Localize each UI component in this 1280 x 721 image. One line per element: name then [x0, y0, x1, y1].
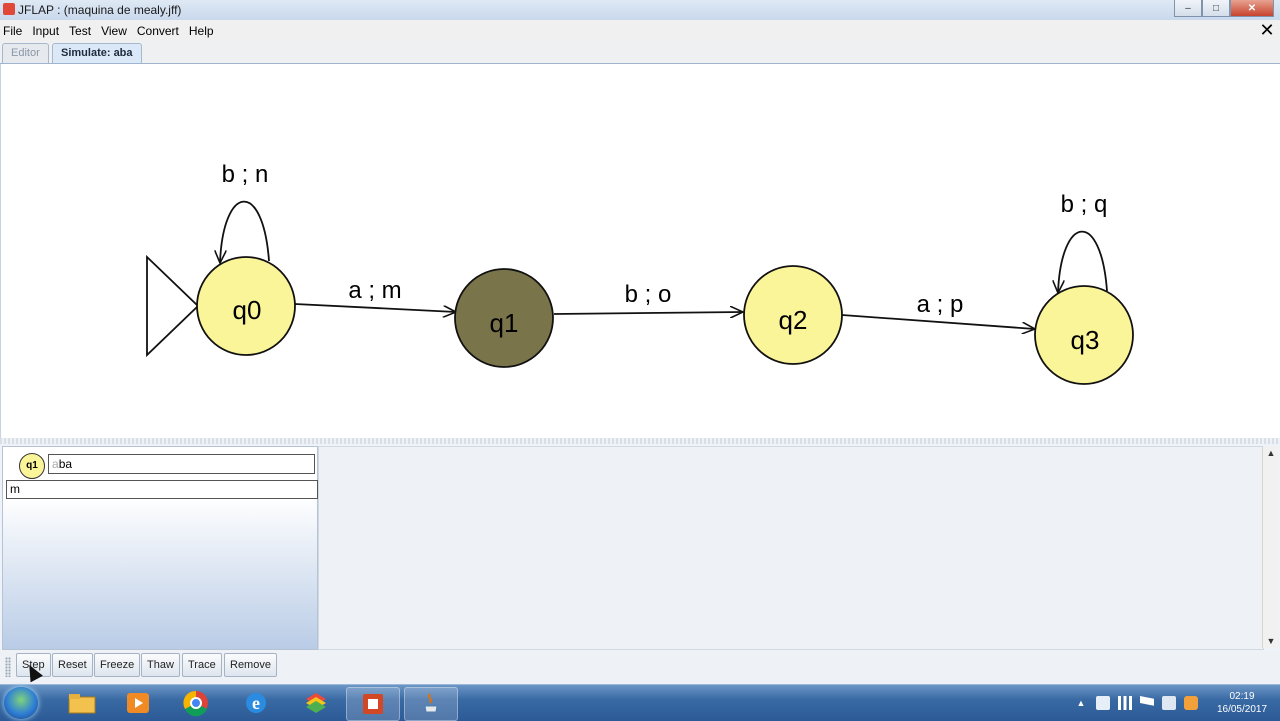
transition-q0-q1[interactable]	[294, 303, 456, 312]
minimize-button[interactable]: –	[1174, 0, 1202, 17]
freeze-button[interactable]: Freeze	[94, 653, 141, 677]
window-close-button[interactable]: ✕	[1230, 0, 1274, 17]
file-explorer-icon[interactable]	[56, 687, 108, 719]
transition-q1-q2[interactable]	[553, 312, 743, 314]
configuration-panel: q1 aba m	[2, 446, 318, 650]
state-label-q0: q0	[233, 295, 262, 325]
menu-test[interactable]: Test	[64, 24, 96, 38]
menu-help[interactable]: Help	[184, 24, 219, 38]
vertical-scrollbar[interactable]: ▲ ▼	[1262, 446, 1279, 648]
windows-taskbar: e ▲ 02:19 16/05/2017	[0, 684, 1280, 721]
window-title: JFLAP : (maquina de mealy.jff)	[18, 3, 182, 17]
close-tab-icon[interactable]: ✕	[1258, 21, 1276, 39]
config-input-tape[interactable]: aba	[48, 454, 315, 474]
reset-button[interactable]: Reset	[52, 653, 93, 677]
menu-bar: File Input Test View Convert Help ✕	[0, 20, 1280, 41]
volume-icon[interactable]	[1096, 696, 1110, 710]
state-label-q1: q1	[490, 308, 519, 338]
configuration-area	[318, 446, 1264, 650]
java-icon[interactable]	[404, 687, 458, 721]
chrome-icon[interactable]	[170, 687, 222, 719]
network-icon[interactable]	[1118, 696, 1132, 710]
menu-input[interactable]: Input	[27, 24, 64, 38]
transition-label-q1-q2: b ; o	[625, 281, 672, 308]
automaton-diagram: b ; n a ; m b ; o a ; p b ; q q0 q1 q2 q…	[146, 161, 1134, 385]
tape-remaining-portion: ba	[58, 457, 73, 471]
media-player-icon[interactable]	[112, 687, 164, 719]
state-label-q2: q2	[779, 305, 808, 335]
menu-file[interactable]: File	[0, 24, 27, 38]
system-clock[interactable]: 02:19 16/05/2017	[1212, 690, 1272, 716]
remove-button[interactable]: Remove	[224, 653, 277, 677]
simulation-button-bar: Step Reset Freeze Thaw Trace Remove	[0, 650, 1280, 684]
app-tray-icon[interactable]	[1184, 696, 1198, 710]
config-output-field: m	[6, 480, 318, 499]
menu-view[interactable]: View	[96, 24, 132, 38]
tray-arrow-icon[interactable]: ▲	[1074, 696, 1088, 710]
split-pane-divider[interactable]	[0, 438, 1280, 444]
scroll-up-icon[interactable]: ▲	[1266, 448, 1276, 458]
thaw-button[interactable]: Thaw	[141, 653, 180, 677]
transition-label-q2-q3: a ; p	[917, 291, 964, 318]
tab-strip: Editor Simulate: aba	[0, 41, 1280, 64]
power-icon[interactable]	[1162, 696, 1176, 710]
transition-q0-q0[interactable]	[220, 200, 270, 263]
tape-read-portion: a	[52, 457, 59, 471]
menu-convert[interactable]: Convert	[132, 24, 184, 38]
window-title-bar: JFLAP : (maquina de mealy.jff) – □ ✕	[0, 0, 1280, 21]
system-tray: ▲ 02:19 16/05/2017	[1070, 687, 1272, 719]
svg-text:e: e	[252, 693, 260, 713]
clock-time: 02:19	[1229, 691, 1255, 702]
powerpoint-icon[interactable]	[346, 687, 400, 721]
state-label-q3: q3	[1071, 325, 1100, 355]
toolbar-grip-icon	[5, 657, 11, 677]
jflap-app-icon	[3, 3, 15, 15]
transition-label-q0-q0: b ; n	[222, 161, 269, 188]
transition-q3-q3[interactable]	[1058, 230, 1108, 293]
tab-editor[interactable]: Editor	[2, 43, 49, 63]
transition-label-q3-q3: b ; q	[1061, 191, 1108, 218]
clock-date: 16/05/2017	[1216, 704, 1268, 715]
bluestacks-icon[interactable]	[290, 687, 342, 719]
flag-icon[interactable]	[1140, 696, 1154, 706]
scroll-down-icon[interactable]: ▼	[1266, 636, 1276, 646]
start-button[interactable]	[4, 687, 38, 719]
transition-label-q0-q1: a ; m	[348, 277, 401, 304]
initial-state-marker	[146, 254, 200, 358]
trace-button[interactable]: Trace	[182, 653, 222, 677]
config-state-badge: q1	[19, 453, 45, 479]
window-controls: – □ ✕	[1174, 0, 1274, 17]
tab-simulate[interactable]: Simulate: aba	[52, 43, 142, 63]
maximize-button[interactable]: □	[1202, 0, 1230, 17]
automaton-canvas[interactable]: b ; n a ; m b ; o a ; p b ; q q0 q1 q2 q…	[0, 64, 1280, 438]
internet-explorer-icon[interactable]: e	[230, 687, 282, 719]
